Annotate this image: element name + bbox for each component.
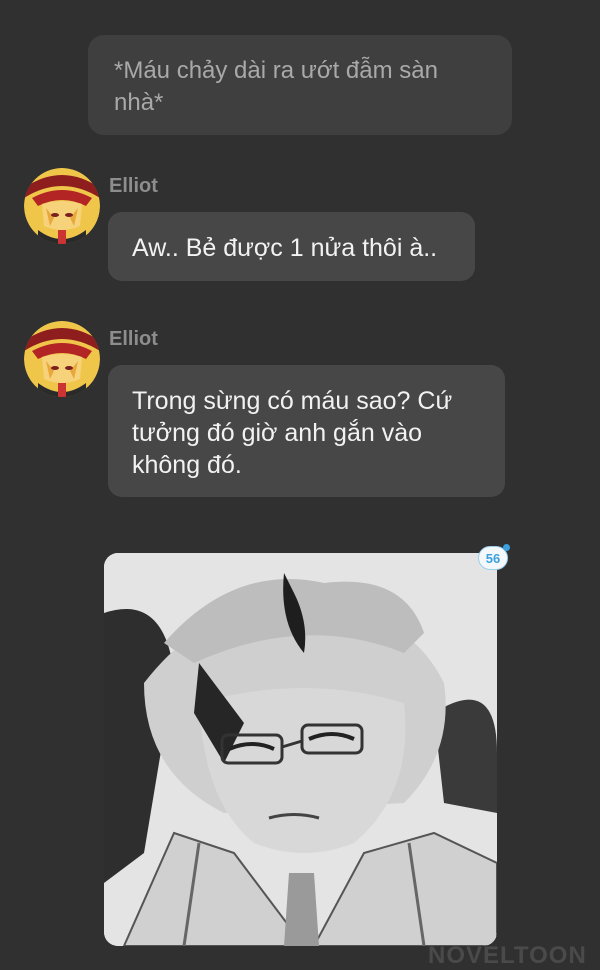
avatar-image: [24, 168, 100, 244]
avatar[interactable]: [24, 321, 100, 397]
sender-name: Elliot: [109, 175, 158, 197]
avatar-image: [24, 321, 100, 397]
narration-text: *Máu chảy dài ra ướt đẫm sàn nhà*: [114, 57, 438, 116]
manga-illustration: [104, 553, 497, 946]
sender-name: Elliot: [109, 328, 158, 350]
badge-count: 56: [485, 551, 501, 566]
image-post[interactable]: [104, 553, 497, 946]
watermark-text: NOVELTOON: [428, 942, 587, 969]
narration-bubble: *Máu chảy dài ra ướt đẫm sàn nhà*: [88, 35, 512, 135]
badge-dot-icon: [503, 544, 510, 551]
reaction-count-badge[interactable]: 56: [478, 544, 510, 570]
message-bubble: Aw.. Bẻ được 1 nửa thôi à..: [108, 212, 475, 281]
message-text: Trong sừng có máu sao? Cứ tưởng đó giờ a…: [132, 387, 453, 479]
message-text: Aw.. Bẻ được 1 nửa thôi à..: [132, 234, 438, 262]
message-bubble: Trong sừng có máu sao? Cứ tưởng đó giờ a…: [108, 365, 505, 497]
avatar[interactable]: [24, 168, 100, 244]
